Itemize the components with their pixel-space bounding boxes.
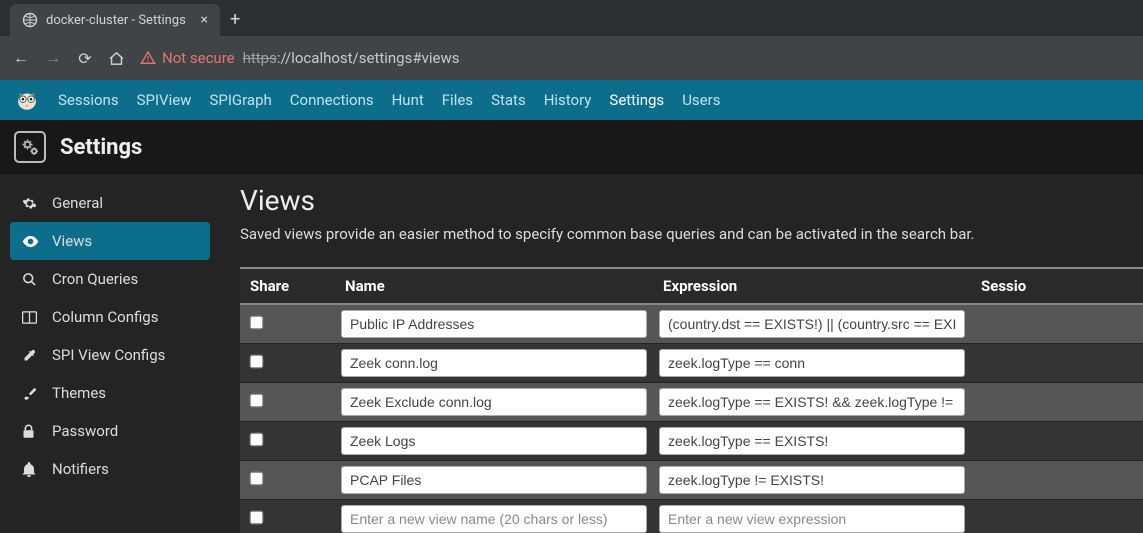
tab-strip: docker-cluster - Settings × + [0,0,1143,36]
tab-favicon-icon [22,12,38,28]
table-row [240,344,1143,383]
table-row [240,383,1143,422]
back-button[interactable]: ← [12,48,30,68]
home-button[interactable] [108,50,126,67]
nav-sessions[interactable]: Sessions [58,91,119,109]
new-tab-button[interactable]: + [220,3,250,36]
brush-icon [22,386,40,401]
sidebar-item-spi-view-configs[interactable]: SPI View Configs [10,336,210,374]
nav-stats[interactable]: Stats [491,91,526,109]
search-icon [22,272,40,287]
reload-button[interactable]: ⟳ [76,49,94,68]
share-checkbox[interactable] [250,471,264,485]
view-expression-input[interactable] [659,427,965,455]
col-header-share[interactable]: Share [240,268,335,304]
sidebar-item-label: Notifiers [52,460,109,478]
table-row [240,422,1143,461]
app-logo-icon[interactable] [14,87,40,113]
sidebar-item-label: Password [52,422,118,440]
not-secure-badge: Not secure [140,49,235,67]
eye-icon [22,234,40,249]
app-nav: Sessions SPIView SPIGraph Connections Hu… [0,80,1143,120]
table-header-row: Share Name Expression Sessio [240,268,1143,304]
new-view-name-input[interactable] [341,505,647,533]
nav-history[interactable]: History [544,91,592,109]
gear-icon [22,196,40,211]
eyedropper-icon [22,348,40,363]
views-table: Share Name Expression Sessio [240,267,1143,533]
sidebar-item-label: SPI View Configs [52,346,165,364]
sidebar-item-label: Views [52,232,92,250]
sidebar-item-label: General [52,194,103,212]
view-name-input[interactable] [341,388,647,416]
share-checkbox[interactable] [250,432,264,446]
sidebar-item-general[interactable]: General [10,184,210,222]
tab-close-icon[interactable]: × [201,12,208,28]
columns-icon [22,311,40,324]
main-content: Views Saved views provide an easier meth… [220,174,1143,533]
table-row [240,461,1143,500]
tab-title: docker-cluster - Settings [46,13,186,28]
sidebar-item-cron-queries[interactable]: Cron Queries [10,260,210,298]
sidebar-item-column-configs[interactable]: Column Configs [10,298,210,336]
url-text: https://localhost/settings#views [243,49,460,67]
table-new-row [240,500,1143,533]
sidebar-item-label: Column Configs [52,308,158,326]
sidebar-item-label: Themes [52,384,106,402]
share-checkbox[interactable] [250,354,264,368]
view-expression-input[interactable] [659,466,965,494]
browser-toolbar: ← → ⟳ Not secure https://localhost/setti… [0,36,1143,80]
page-header: Settings [0,120,1143,174]
sidebar-item-views[interactable]: Views [10,222,210,260]
nav-users[interactable]: Users [682,91,720,109]
page-title: Settings [60,135,142,160]
url-path: ://localhost/settings#views [277,49,460,67]
warning-icon [140,50,156,66]
share-checkbox[interactable] [250,510,264,524]
view-name-input[interactable] [341,349,647,377]
share-checkbox[interactable] [250,315,264,329]
sidebar-item-password[interactable]: Password [10,412,210,450]
table-row [240,304,1143,344]
not-secure-text: Not secure [162,49,235,67]
browser-chrome: docker-cluster - Settings × + ← → ⟳ Not … [0,0,1143,80]
nav-hunt[interactable]: Hunt [392,91,424,109]
lock-icon [22,424,40,439]
nav-connections[interactable]: Connections [290,91,374,109]
section-description: Saved views provide an easier method to … [240,225,1143,243]
section-heading: Views [240,184,1143,217]
col-header-expression[interactable]: Expression [653,268,971,304]
bell-icon [22,462,40,477]
nav-files[interactable]: Files [442,91,473,109]
forward-button: → [44,48,62,68]
new-view-expression-input[interactable] [659,505,965,533]
share-checkbox[interactable] [250,393,264,407]
view-name-input[interactable] [341,310,647,338]
sidebar-item-themes[interactable]: Themes [10,374,210,412]
col-header-session[interactable]: Sessio [971,268,1143,304]
address-bar[interactable]: Not secure https://localhost/settings#vi… [140,49,459,67]
col-header-name[interactable]: Name [335,268,653,304]
sidebar-item-label: Cron Queries [52,270,138,288]
nav-spigraph[interactable]: SPIGraph [209,91,271,109]
nav-settings[interactable]: Settings [609,91,664,109]
view-name-input[interactable] [341,427,647,455]
sidebar-item-notifiers[interactable]: Notifiers [10,450,210,488]
view-expression-input[interactable] [659,349,965,377]
browser-tab[interactable]: docker-cluster - Settings × [10,4,220,36]
url-scheme: https [243,49,277,67]
view-expression-input[interactable] [659,388,965,416]
settings-sidebar: General Views Cron Queries Column Config… [0,174,220,533]
nav-spiview[interactable]: SPIView [137,91,192,109]
view-expression-input[interactable] [659,310,965,338]
view-name-input[interactable] [341,466,647,494]
settings-gear-icon [14,131,46,163]
